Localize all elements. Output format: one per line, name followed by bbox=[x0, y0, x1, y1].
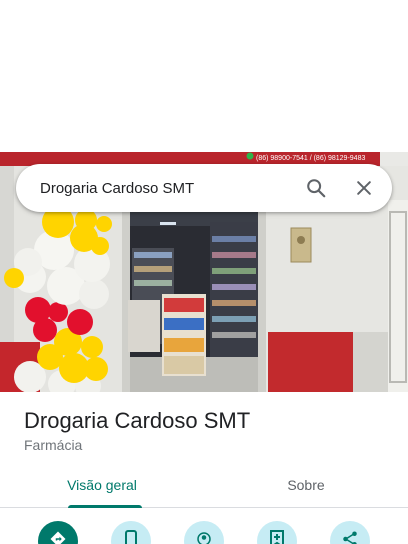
sign-phones-text: (86) 98900-7541 / (86) 98129-9483 bbox=[256, 155, 365, 162]
action-buttons-row bbox=[0, 521, 408, 544]
place-title: Drogaria Cardoso SMT bbox=[24, 408, 251, 433]
close-icon[interactable] bbox=[340, 164, 388, 212]
tab-overview[interactable]: Visão geral bbox=[0, 462, 204, 508]
share-button[interactable] bbox=[330, 521, 370, 544]
place-category[interactable]: Farmácia bbox=[24, 437, 82, 453]
search-query-text[interactable]: Drogaria Cardoso SMT bbox=[40, 180, 292, 197]
save-button[interactable] bbox=[257, 521, 297, 544]
directions-button[interactable] bbox=[38, 521, 78, 544]
share-icon bbox=[341, 530, 359, 544]
place-details-screen: (86) 98900-7541 / (86) 98129-9483 Drogar… bbox=[0, 0, 408, 544]
nearby-button[interactable] bbox=[184, 521, 224, 544]
tab-about[interactable]: Sobre bbox=[204, 462, 408, 507]
directions-icon bbox=[49, 530, 67, 544]
call-button[interactable] bbox=[111, 521, 151, 544]
search-icon[interactable] bbox=[292, 164, 340, 212]
search-bar[interactable]: Drogaria Cardoso SMT bbox=[16, 164, 392, 212]
phone-icon bbox=[124, 529, 138, 544]
save-icon bbox=[269, 529, 285, 544]
nearby-icon bbox=[195, 530, 213, 544]
tab-bar: Visão geral Sobre bbox=[0, 462, 408, 508]
